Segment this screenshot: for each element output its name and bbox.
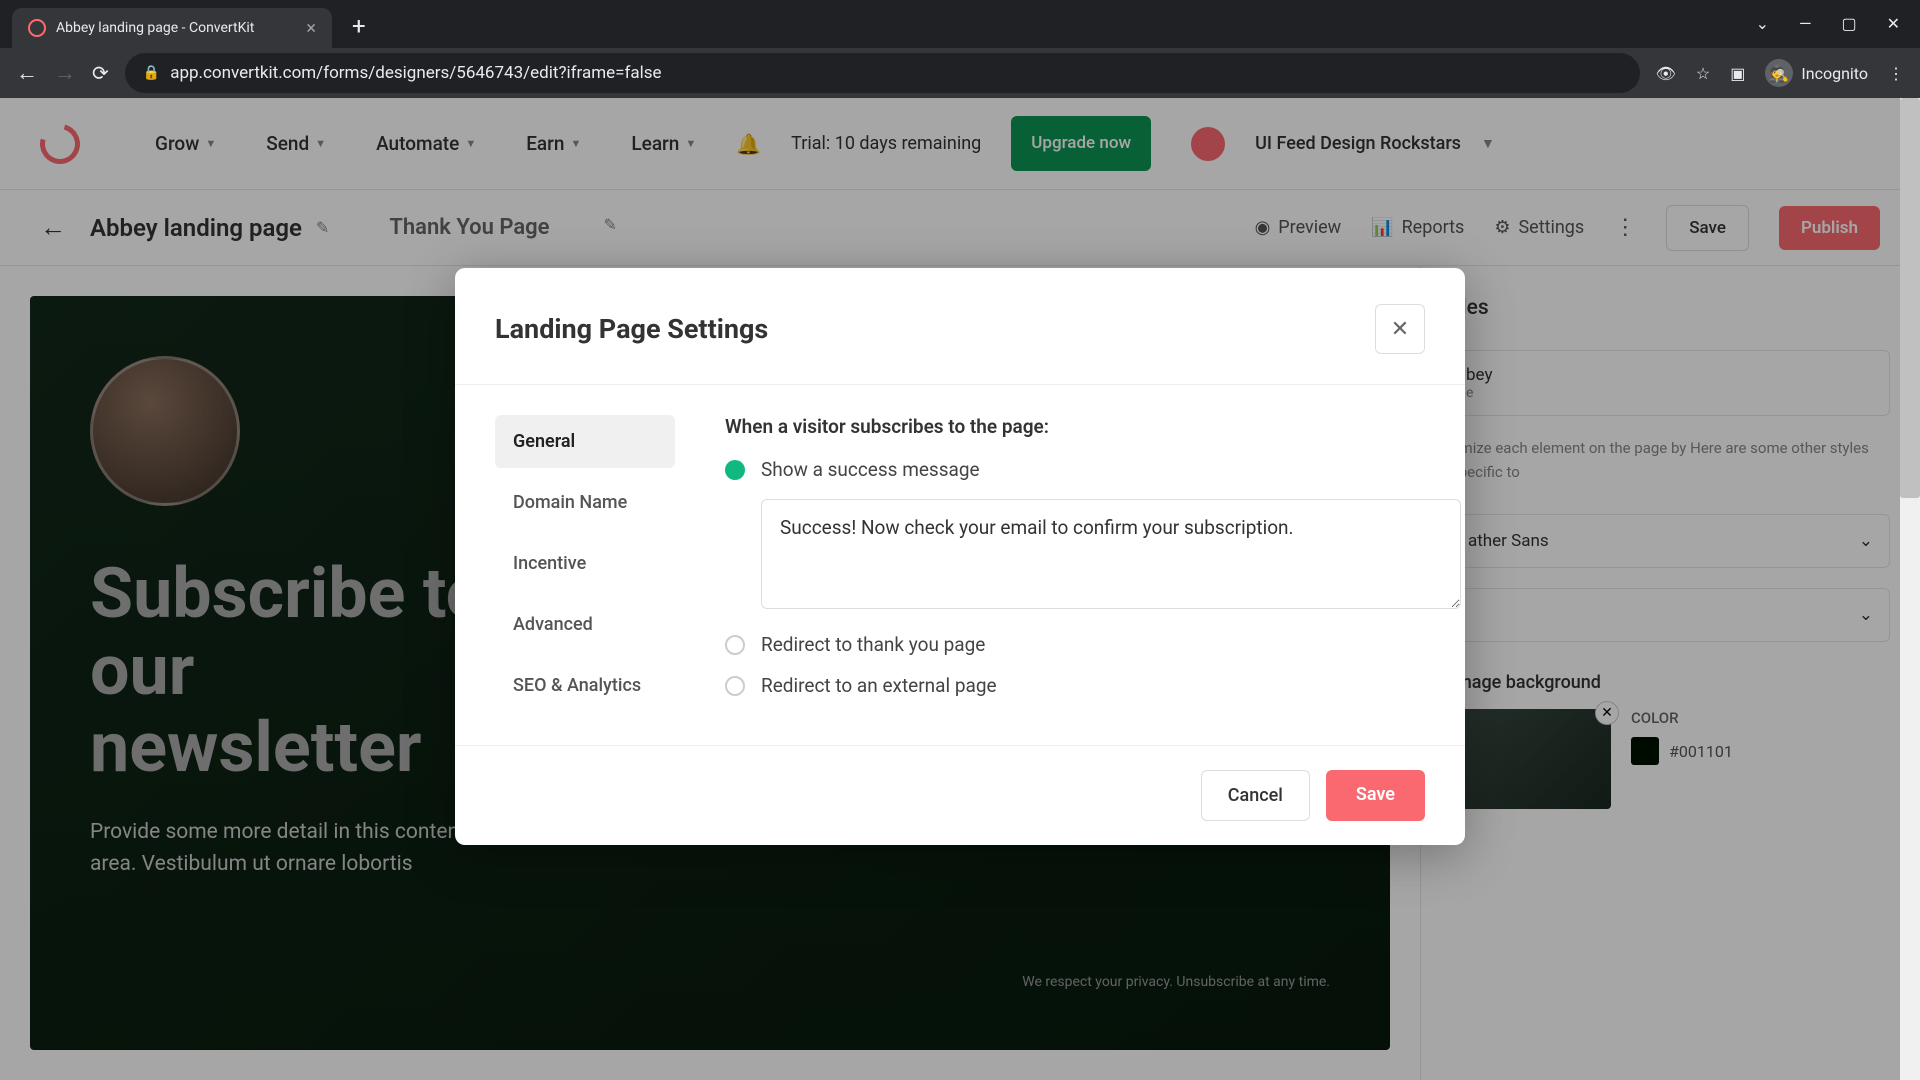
radio-success-message[interactable] (725, 460, 745, 480)
settings-modal: Landing Page Settings ✕ General Domain N… (455, 268, 1465, 845)
close-button[interactable]: ✕ (1375, 304, 1425, 354)
maximize-icon[interactable]: ▢ (1841, 14, 1856, 33)
tab-close-icon[interactable]: × (306, 18, 316, 39)
eye-off-icon[interactable]: 👁 (1656, 64, 1676, 83)
site-icon (28, 19, 46, 37)
back-button[interactable]: ← (16, 60, 38, 86)
chevron-down-icon[interactable]: ⌄ (1756, 14, 1769, 33)
panel-icon[interactable]: ▣ (1730, 64, 1745, 83)
modal-overlay[interactable]: Landing Page Settings ✕ General Domain N… (0, 98, 1920, 1080)
modal-tab-advanced[interactable]: Advanced (495, 598, 675, 651)
close-icon: ✕ (1391, 317, 1409, 342)
url-bar-row: ← → ⟳ 🔒 app.convertkit.com/forms/designe… (0, 48, 1920, 98)
url-text: app.convertkit.com/forms/designers/56467… (170, 63, 661, 83)
lock-icon: 🔒 (143, 65, 160, 81)
modal-tab-domain[interactable]: Domain Name (495, 476, 675, 529)
cancel-button[interactable]: Cancel (1201, 770, 1310, 821)
menu-dots-icon[interactable]: ⋮ (1888, 64, 1904, 83)
url-bar[interactable]: 🔒 app.convertkit.com/forms/designers/564… (125, 53, 1640, 93)
success-message-input[interactable] (761, 499, 1461, 609)
section-title: When a visitor subscribes to the page: (725, 415, 1425, 438)
radio-label: Show a success message (761, 458, 980, 481)
modal-tab-seo[interactable]: SEO & Analytics (495, 659, 675, 712)
radio-external[interactable] (725, 676, 745, 696)
modal-content: When a visitor subscribes to the page: S… (725, 415, 1425, 715)
modal-sidebar: General Domain Name Incentive Advanced S… (495, 415, 675, 715)
modal-tab-incentive[interactable]: Incentive (495, 537, 675, 590)
radio-label: Redirect to an external page (761, 674, 997, 697)
incognito-badge[interactable]: 🕵 Incognito (1765, 59, 1868, 87)
modal-tab-general[interactable]: General (495, 415, 675, 468)
window-controls: ⌄ — ▢ ✕ (1756, 14, 1900, 33)
browser-tab[interactable]: Abbey landing page - ConvertKit × (12, 8, 332, 48)
star-icon[interactable]: ☆ (1696, 64, 1710, 83)
incognito-icon: 🕵 (1765, 59, 1793, 87)
radio-thank-you[interactable] (725, 635, 745, 655)
scrollbar-thumb[interactable] (1900, 98, 1920, 498)
scrollbar[interactable] (1900, 98, 1920, 1080)
new-tab-button[interactable]: + (352, 12, 366, 48)
save-button[interactable]: Save (1326, 770, 1425, 821)
reload-button[interactable]: ⟳ (92, 61, 109, 85)
modal-title: Landing Page Settings (495, 313, 768, 345)
minimize-icon[interactable]: — (1799, 14, 1812, 33)
forward-button[interactable]: → (54, 60, 76, 86)
incognito-label: Incognito (1801, 64, 1868, 83)
tab-title: Abbey landing page - ConvertKit (56, 20, 296, 36)
close-window-icon[interactable]: ✕ (1887, 14, 1900, 33)
radio-label: Redirect to thank you page (761, 633, 985, 656)
browser-tab-bar: Abbey landing page - ConvertKit × + ⌄ — … (0, 0, 1920, 48)
